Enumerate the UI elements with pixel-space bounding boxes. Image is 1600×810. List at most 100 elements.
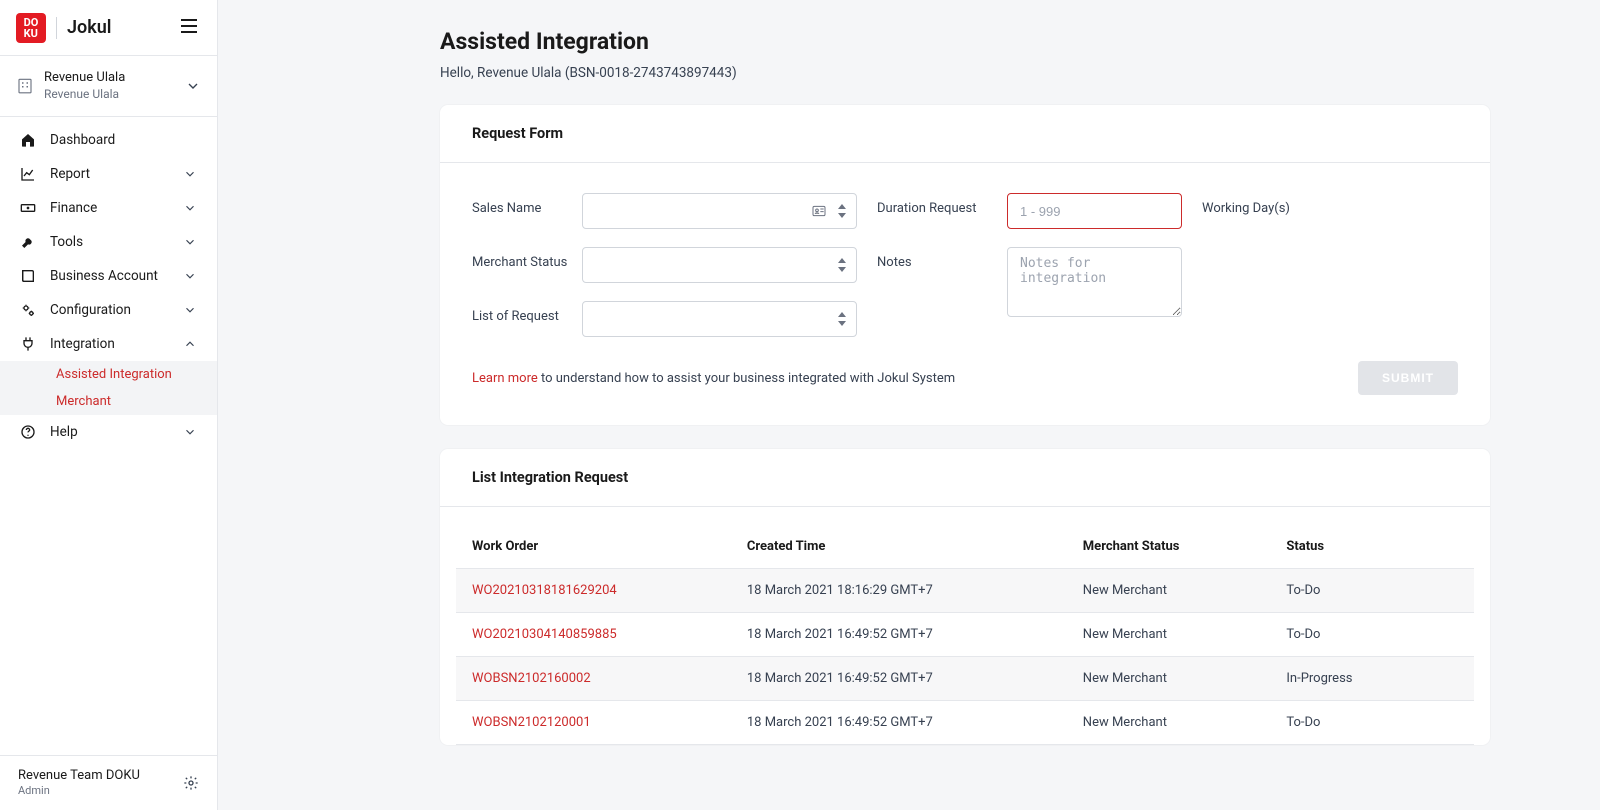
label-notes: Notes [877, 247, 1007, 283]
sidebar-item-integration[interactable]: Integration [0, 327, 217, 361]
list-card: List Integration Request Work Order Crea… [440, 449, 1490, 745]
cell-merchant: New Merchant [1067, 569, 1271, 613]
brand-divider [56, 17, 57, 39]
sidebar-item-label: Help [50, 424, 169, 440]
gear-icon[interactable] [183, 775, 199, 791]
sidebar-item-label: Report [50, 166, 169, 182]
col-status: Status [1270, 525, 1474, 569]
main: Assisted Integration Hello, Revenue Ulal… [218, 0, 1600, 810]
list-of-request-select[interactable] [582, 301, 857, 337]
sidebar: DOKU Jokul Revenue Ulala Revenue Ulala D… [0, 0, 218, 810]
sort-icon [837, 312, 847, 326]
account-sub: Revenue Ulala [44, 87, 175, 103]
table-row: WOBSN2102160002 18 March 2021 16:49:52 GM… [456, 657, 1474, 701]
integration-table: Work Order Created Time Merchant Status … [456, 525, 1474, 745]
work-order-link[interactable]: WOBSN2102120001 [472, 715, 591, 730]
sidebar-item-tools[interactable]: Tools [0, 225, 217, 259]
brand-name: Jokul [67, 17, 111, 38]
request-form-header: Request Form [440, 105, 1490, 163]
nav: Dashboard Report Finance Tools Business … [0, 117, 217, 755]
sidebar-footer: Revenue Team DOKU Admin [0, 755, 217, 810]
sales-name-wrap [582, 193, 857, 229]
brand: DOKU Jokul [16, 13, 111, 43]
menu-toggle[interactable] [177, 15, 201, 41]
sidebar-sub-assisted-integration[interactable]: Assisted Integration [52, 361, 217, 388]
sort-icon [837, 258, 847, 272]
sidebar-item-dashboard[interactable]: Dashboard [0, 123, 217, 157]
col-created-time: Created Time [731, 525, 1067, 569]
submit-button[interactable]: SUBMIT [1358, 361, 1458, 395]
plug-icon [20, 336, 36, 352]
chevron-down-icon [183, 167, 197, 181]
chevron-down-icon [183, 201, 197, 215]
book-icon [20, 268, 36, 284]
contact-card-icon [811, 203, 827, 219]
table-row: WO20210304140859885 18 March 2021 16:49:5… [456, 613, 1474, 657]
table-row: WOBSN2102120001 18 March 2021 16:49:52 GM… [456, 701, 1474, 745]
account-switcher[interactable]: Revenue Ulala Revenue Ulala [0, 56, 217, 117]
sidebar-item-finance[interactable]: Finance [0, 191, 217, 225]
chart-icon [20, 166, 36, 182]
duration-input[interactable] [1007, 193, 1182, 229]
chevron-down-icon [185, 78, 201, 94]
cell-created: 18 March 2021 16:49:52 GMT+7 [731, 701, 1067, 745]
account-name: Revenue Ulala [44, 70, 175, 87]
learn-more-rest: to understand how to assist your busines… [538, 371, 955, 386]
hamburger-icon [181, 19, 197, 33]
table-header-row: Work Order Created Time Merchant Status … [456, 525, 1474, 569]
work-order-link[interactable]: WO20210318181629204 [472, 583, 617, 598]
cell-status: In-Progress [1270, 657, 1474, 701]
home-icon [20, 132, 36, 148]
cell-merchant: New Merchant [1067, 701, 1271, 745]
brand-logo: DOKU [16, 13, 46, 43]
label-sales-name: Sales Name [472, 193, 582, 229]
notes-wrap [1007, 247, 1182, 337]
sidebar-sub-integration: Assisted Integration Merchant [0, 361, 217, 415]
sidebar-item-label: Configuration [50, 302, 169, 318]
wrench-icon [20, 234, 36, 250]
sidebar-item-business-account[interactable]: Business Account [0, 259, 217, 293]
gears-icon [20, 302, 36, 318]
chevron-down-icon [183, 269, 197, 283]
label-duration: Duration Request [877, 193, 1007, 229]
sidebar-item-report[interactable]: Report [0, 157, 217, 191]
learn-more-text: Learn more to understand how to assist y… [472, 371, 955, 386]
table-row: WO20210318181629204 18 March 2021 18:16:2… [456, 569, 1474, 613]
sidebar-item-label: Dashboard [50, 132, 197, 148]
col-merchant-status: Merchant Status [1067, 525, 1271, 569]
page-title: Assisted Integration [440, 28, 1490, 55]
sidebar-item-label: Integration [50, 336, 169, 352]
work-order-link[interactable]: WO20210304140859885 [472, 627, 617, 642]
sidebar-sub-merchant[interactable]: Merchant [52, 388, 217, 415]
sidebar-item-help[interactable]: Help [0, 415, 217, 449]
list-header: List Integration Request [440, 449, 1490, 507]
cell-status: To-Do [1270, 569, 1474, 613]
org-icon [16, 77, 34, 95]
chevron-down-icon [183, 235, 197, 249]
merchant-status-wrap [582, 247, 857, 283]
request-form-body: Sales Name Duration Request Working Day(… [440, 163, 1490, 425]
sidebar-header: DOKU Jokul [0, 0, 217, 56]
account-text: Revenue Ulala Revenue Ulala [44, 70, 175, 102]
sort-icon [837, 204, 847, 218]
duration-wrap [1007, 193, 1182, 229]
work-order-link[interactable]: WOBSN2102160002 [472, 671, 591, 686]
chevron-down-icon [183, 303, 197, 317]
merchant-status-select[interactable] [582, 247, 857, 283]
cell-created: 18 March 2021 18:16:29 GMT+7 [731, 569, 1067, 613]
label-merchant-status: Merchant Status [472, 247, 582, 283]
page-greeting: Hello, Revenue Ulala (BSN-0018-274374389… [440, 65, 1490, 81]
chevron-up-icon [183, 337, 197, 351]
footer-user-role: Admin [18, 784, 140, 798]
notes-textarea[interactable] [1007, 247, 1182, 317]
sidebar-item-label: Tools [50, 234, 169, 250]
footer-user: Revenue Team DOKU Admin [18, 768, 140, 798]
label-working-days: Working Day(s) [1202, 193, 1302, 229]
sidebar-item-label: Finance [50, 200, 169, 216]
cell-created: 18 March 2021 16:49:52 GMT+7 [731, 613, 1067, 657]
list-body: Work Order Created Time Merchant Status … [440, 507, 1490, 745]
cell-merchant: New Merchant [1067, 657, 1271, 701]
sidebar-item-configuration[interactable]: Configuration [0, 293, 217, 327]
cell-created: 18 March 2021 16:49:52 GMT+7 [731, 657, 1067, 701]
learn-more-link[interactable]: Learn more [472, 371, 538, 386]
